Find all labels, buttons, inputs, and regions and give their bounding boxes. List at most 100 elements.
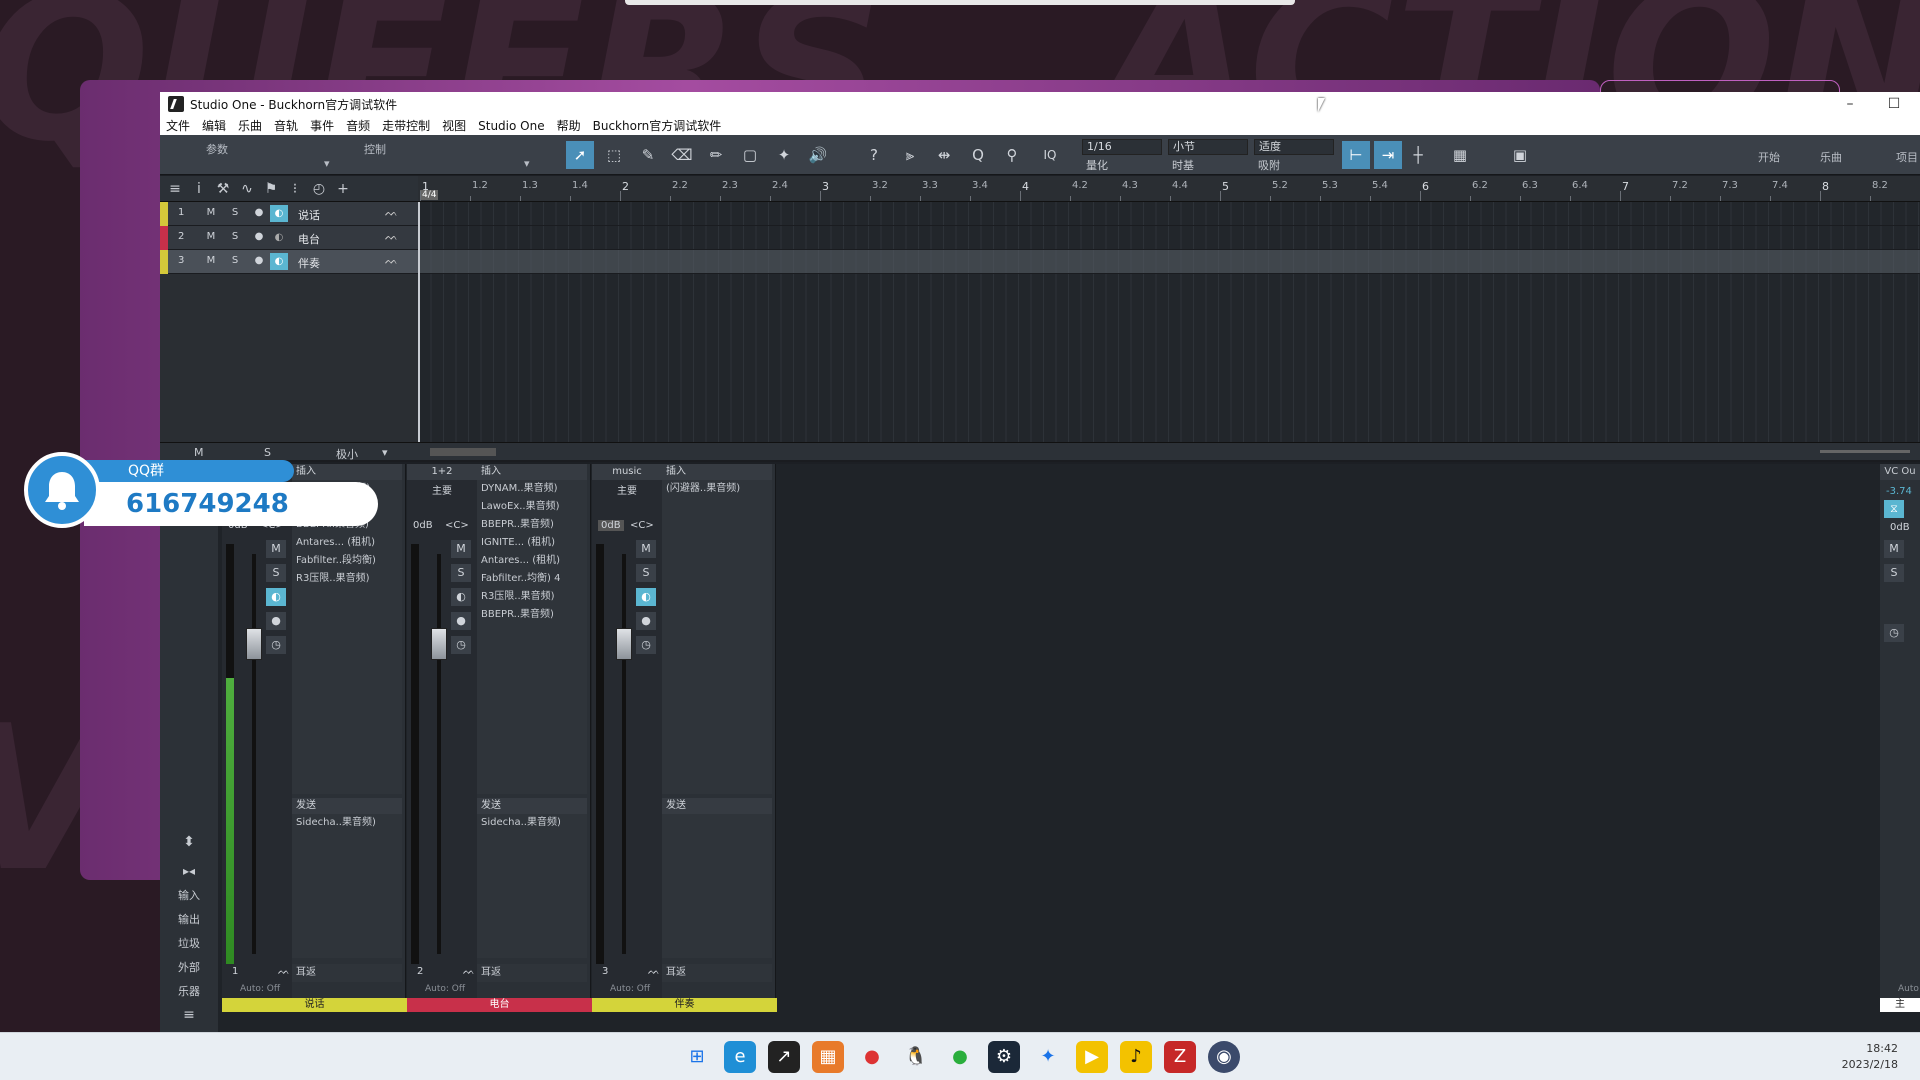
grid-settings-icon[interactable]: ▦ [1446,141,1474,169]
track-name[interactable]: 说话 [298,207,320,223]
snap-select[interactable]: 适度 [1254,139,1334,155]
track-name[interactable]: 电台 [298,231,320,247]
lane-2[interactable] [418,226,1920,250]
solo-button[interactable]: S [228,231,242,242]
track-row-1[interactable]: 1 M S ● ◐ 说话 ᨓ [160,202,418,226]
monitor-icon[interactable]: ◐ [636,588,656,606]
volume-fader[interactable] [616,628,632,660]
menu-song[interactable]: 乐曲 [238,117,262,134]
lane-3[interactable] [418,250,1920,274]
mixer-output-button[interactable]: 输出 [160,911,218,927]
steam-icon[interactable]: ⚙ [988,1041,1020,1073]
zoom-slider[interactable] [1820,450,1910,453]
studio-one-taskbar-icon[interactable]: ↗ [768,1041,800,1073]
bluetooth-app-icon[interactable]: ✦ [1032,1041,1064,1073]
monitor-icon[interactable]: ◐ [270,205,288,222]
mute-button[interactable]: M [451,540,471,558]
param-label[interactable]: 参数 [206,141,228,157]
volume-fader[interactable] [431,628,447,660]
range-tool-icon[interactable]: ⬚ [600,141,628,169]
record-icon[interactable]: ● [451,612,471,630]
horizontal-scrollbar[interactable] [430,448,496,456]
marker-flag-icon[interactable]: ⚑ [260,179,282,199]
menu-view[interactable]: 视图 [442,117,466,134]
channel-label[interactable]: 电台 [407,998,592,1012]
menu-event[interactable]: 事件 [310,117,334,134]
send-header[interactable]: 发送 [662,798,772,814]
insert-slot[interactable]: DYNAM..果音频) [477,480,587,498]
chevron-down-icon[interactable]: ▾ [524,157,530,170]
obs-icon[interactable]: ◉ [1208,1041,1240,1073]
automation-icon[interactable]: ∿ [236,179,258,199]
mute-button[interactable]: M [266,540,286,558]
insert-slot[interactable]: Fabfilter..段均衡) [292,552,402,570]
automation-mode[interactable]: Auto: Off [425,984,465,994]
mute-button[interactable]: M [636,540,656,558]
mute-tool-icon[interactable]: ▢ [736,141,764,169]
send-slot[interactable]: Sidecha..果音频) [477,814,587,832]
menu-file[interactable]: 文件 [166,117,190,134]
menu-track[interactable]: 音轨 [274,117,298,134]
automation-mode[interactable]: Auto: Off [610,984,650,994]
mixer-trash-button[interactable]: 垃圾 [160,935,218,951]
windows-start-icon[interactable]: ⊞ [681,1041,713,1073]
menu-studio-one[interactable]: Studio One [478,119,544,133]
app-icon[interactable]: ▦ [812,1041,844,1073]
cue-send[interactable]: 耳返 [292,964,402,982]
info-icon[interactable]: i [188,179,210,199]
system-clock[interactable]: 18:42 2023/2/18 [1842,1041,1898,1073]
maximize-button[interactable]: ☐ [1874,92,1914,116]
channel-label[interactable]: 伴奏 [592,998,777,1012]
minimize-button[interactable]: – [1830,92,1870,116]
channel-input[interactable]: music [592,464,662,480]
music-app-icon[interactable]: ♪ [1120,1041,1152,1073]
main-monitor-icon[interactable]: ⧖ [1884,500,1904,518]
strip-silence-icon[interactable]: ⇹ [930,141,958,169]
lane-1[interactable] [418,202,1920,226]
bend-tool-icon[interactable]: ✦ [770,141,798,169]
iq-button[interactable]: IQ [1036,141,1064,169]
song-page-button[interactable]: 乐曲 [1820,149,1842,165]
monitor-icon[interactable]: ◐ [266,588,286,606]
monitor-icon[interactable]: ◐ [270,253,288,270]
wrench-icon[interactable]: ⚒ [212,179,234,199]
main-solo-button[interactable]: S [1884,564,1904,582]
track-name[interactable]: 伴奏 [298,255,320,271]
mute-button[interactable]: M [204,231,218,242]
insert-header[interactable]: 插入 [477,464,587,480]
automation-mode[interactable]: Auto: Off [240,984,280,994]
eraser-tool-icon[interactable]: ⌫ [668,141,696,169]
volume-readout[interactable]: 0dB [598,520,624,531]
volume-readout[interactable]: 0dB [413,520,433,531]
chevron-down-icon[interactable]: ▾ [324,157,330,170]
record-icon[interactable]: ● [636,612,656,630]
mute-button[interactable]: M [204,207,218,218]
record-icon[interactable]: ● [252,231,266,242]
snap-right-icon[interactable]: ⇥ [1374,141,1402,169]
record-icon[interactable]: ● [252,207,266,218]
video-icon[interactable]: ▣ [1506,141,1534,169]
menu-help[interactable]: 帮助 [557,117,581,134]
quantize-q-icon[interactable]: Q [964,141,992,169]
add-track-icon[interactable]: + [332,179,354,199]
channel-label[interactable]: 说话 [222,998,407,1012]
expand-icon[interactable]: ⬍ [160,834,218,850]
listen-tool-icon[interactable]: 🔊 [804,141,832,169]
chevron-down-icon[interactable]: ▾ [382,446,388,459]
arrange-view[interactable] [418,202,1920,442]
snap-left-icon[interactable]: ⊢ [1342,141,1370,169]
insert-slot[interactable]: IGNITE... (租机) [477,534,587,552]
solo-button[interactable]: S [266,564,286,582]
insert-slot[interactable]: Fabfilter..均衡) 4 [477,570,587,588]
narrow-icon[interactable]: ▸◂ [160,864,218,878]
insert-slot[interactable]: Antares... (租机) [292,534,402,552]
send-header[interactable]: 发送 [292,798,402,814]
mixer-input-button[interactable]: 输入 [160,887,218,903]
menu-buckhorn[interactable]: Buckhorn官方调试软件 [593,117,722,134]
menu-audio[interactable]: 音频 [346,117,370,134]
help-icon[interactable]: ? [860,141,888,169]
insert-slot[interactable]: BBEPR..果音频) [477,606,587,624]
insert-header[interactable]: 插入 [662,464,772,480]
start-page-button[interactable]: 开始 [1758,149,1780,165]
pan-readout[interactable]: <C> [630,520,654,531]
